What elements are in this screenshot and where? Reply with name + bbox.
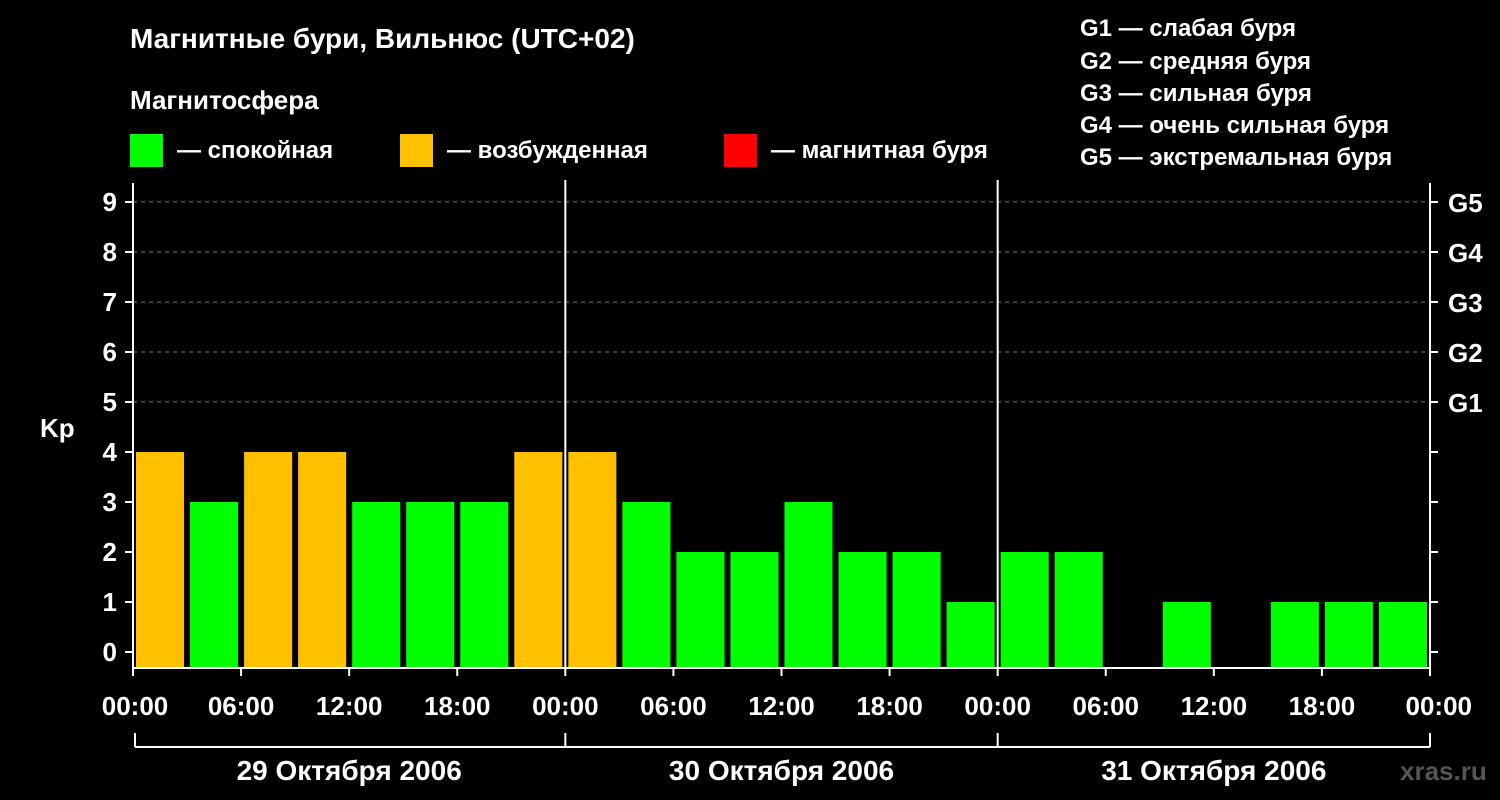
kp-bar-14 <box>892 552 941 668</box>
kp-bar-16 <box>1000 552 1049 668</box>
status-legend: — спокойная — возбужденная — магнитная б… <box>130 134 988 167</box>
legend-g4: G4 — очень сильная буря <box>1080 112 1389 139</box>
kp-bar-23 <box>1378 602 1427 668</box>
y-axis-label: Kp <box>40 413 75 443</box>
x-tick-label-0: 00:00 <box>102 691 169 721</box>
kp-bar-17 <box>1054 552 1103 668</box>
y-tick-label-3: 3 <box>103 487 117 517</box>
day-label-0: 29 Октября 2006 <box>237 755 462 786</box>
chart-title: Магнитные бури, Вильнюс (UTC+02) <box>130 23 635 54</box>
kp-bar-3 <box>298 452 347 668</box>
x-tick-label-8: 00:00 <box>964 691 1031 721</box>
legend-swatch-quiet <box>130 134 163 167</box>
kp-bar-5 <box>406 502 455 668</box>
legend-g1: G1 — слабая буря <box>1080 15 1296 42</box>
y-tick-label-1: 1 <box>103 587 117 617</box>
legend-swatch-storm <box>724 134 757 167</box>
kp-bar-9 <box>622 502 671 668</box>
x-tick-label-4: 00:00 <box>532 691 599 721</box>
g-label-g4: G4 <box>1448 238 1483 268</box>
x-tick-label-5: 06:00 <box>640 691 707 721</box>
watermark: xras.ru <box>1400 756 1487 786</box>
y-tick-label-5: 5 <box>103 387 117 417</box>
g-label-g5: G5 <box>1448 188 1483 218</box>
kp-bar-8 <box>568 452 617 668</box>
storm-level-legend: G1 — слабая буря G2 — средняя буря G3 — … <box>1080 15 1392 171</box>
kp-bar-7 <box>514 452 563 668</box>
kp-bar-11 <box>730 552 779 668</box>
kp-bar-21 <box>1270 602 1319 668</box>
day-label-1: 30 Октября 2006 <box>669 755 894 786</box>
legend-label-active: — возбужденная <box>447 137 648 164</box>
x-tick-label-1: 06:00 <box>208 691 275 721</box>
legend-label-storm: — магнитная буря <box>771 137 988 164</box>
legend-swatch-active <box>400 134 433 167</box>
kp-chart: Магнитные бури, Вильнюс (UTC+02) Магнито… <box>40 15 1487 786</box>
g-label-g2: G2 <box>1448 338 1483 368</box>
kp-bar-2 <box>244 452 293 668</box>
x-tick-label-6: 12:00 <box>748 691 815 721</box>
x-tick-label-10: 12:00 <box>1181 691 1248 721</box>
y-tick-label-9: 9 <box>103 187 117 217</box>
y-tick-label-4: 4 <box>103 437 118 467</box>
chart-subtitle: Магнитосфера <box>130 85 319 115</box>
kp-bar-10 <box>676 552 725 668</box>
legend-label-quiet: — спокойная <box>177 137 333 164</box>
day-label-2: 31 Октября 2006 <box>1101 755 1326 786</box>
y-tick-label-6: 6 <box>103 337 117 367</box>
y-tick-label-8: 8 <box>103 237 117 267</box>
x-tick-label-12: 00:00 <box>1406 691 1473 721</box>
legend-g5: G5 — экстремальная буря <box>1080 144 1392 171</box>
kp-bar-22 <box>1324 602 1373 668</box>
x-tick-label-11: 18:00 <box>1289 691 1356 721</box>
kp-bar-0 <box>136 452 185 668</box>
kp-bar-1 <box>190 502 239 668</box>
kp-bar-4 <box>352 502 401 668</box>
kp-bar-12 <box>784 502 833 668</box>
y-tick-label-0: 0 <box>103 637 117 667</box>
kp-bar-6 <box>460 502 509 668</box>
g-label-g3: G3 <box>1448 288 1483 318</box>
x-tick-label-3: 18:00 <box>424 691 491 721</box>
x-tick-label-2: 12:00 <box>316 691 383 721</box>
legend-g3: G3 — сильная буря <box>1080 80 1312 107</box>
kp-bar-15 <box>946 602 995 668</box>
plot-area: 0 1 2 3 4 5 6 7 8 9 G1 G2 G3 G4 G5 00:00 06:00 12:00 18:00… <box>102 180 1483 786</box>
y-tick-label-2: 2 <box>103 537 117 567</box>
kp-bar-19 <box>1162 602 1211 668</box>
kp-bar-13 <box>838 552 887 668</box>
y-tick-label-7: 7 <box>103 287 117 317</box>
x-tick-label-7: 18:00 <box>856 691 923 721</box>
legend-g2: G2 — средняя буря <box>1080 48 1311 75</box>
x-tick-label-9: 06:00 <box>1073 691 1140 721</box>
g-label-g1: G1 <box>1448 388 1483 418</box>
